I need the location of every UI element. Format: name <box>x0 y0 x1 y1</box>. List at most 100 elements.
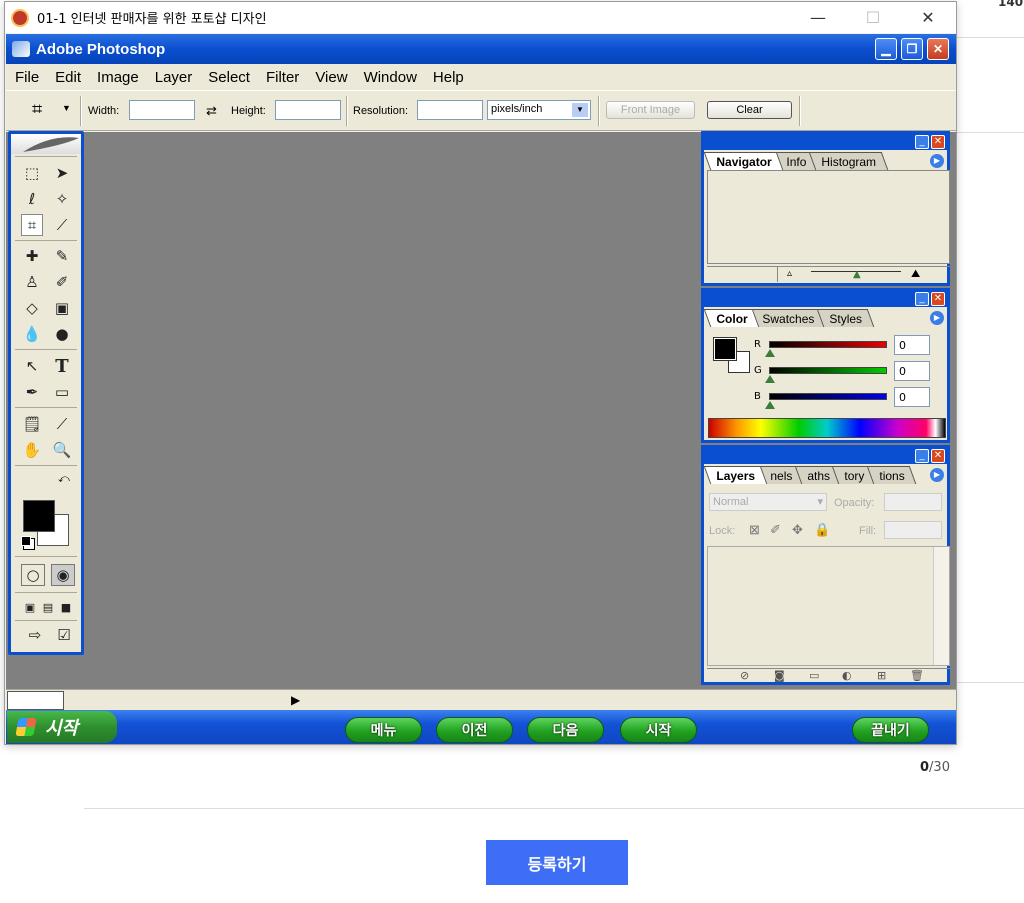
r-slider-thumb[interactable] <box>765 349 775 357</box>
menu-select[interactable]: Select <box>208 69 250 86</box>
b-slider-thumb[interactable] <box>765 401 775 409</box>
next-button[interactable]: 다음 <box>527 717 604 743</box>
lock-all-icon[interactable]: 🔒 <box>814 522 830 538</box>
swap-icon[interactable]: ⇄ <box>206 103 217 119</box>
crop-tool-icon[interactable]: ⌗ <box>21 214 43 236</box>
menu-help[interactable]: Help <box>433 69 464 86</box>
r-value-input[interactable]: 0 <box>894 335 930 355</box>
resolution-input[interactable] <box>417 100 483 120</box>
menu-edit[interactable]: Edit <box>55 69 81 86</box>
palette-minimize-button[interactable]: _ <box>915 449 929 463</box>
ps-minimize-button[interactable]: ▁ <box>875 38 897 60</box>
tab-color[interactable]: Color <box>703 309 760 327</box>
b-slider[interactable] <box>769 393 887 400</box>
width-input[interactable] <box>129 100 195 120</box>
healing-brush-icon[interactable]: ✚ <box>21 245 43 267</box>
blur-tool-icon[interactable]: 💧 <box>21 323 43 345</box>
layer-mask-icon[interactable]: ◙ <box>774 669 785 682</box>
exit-button[interactable]: 끝내기 <box>852 717 929 743</box>
zoom-tool-icon[interactable]: 🔍 <box>51 439 73 461</box>
clone-stamp-icon[interactable]: ♙ <box>21 271 43 293</box>
gradient-tool-icon[interactable]: ▣ <box>51 297 73 319</box>
notes-tool-icon[interactable]: 🗒 <box>21 413 43 435</box>
menu-button[interactable]: 메뉴 <box>345 717 422 743</box>
play-arrow-icon[interactable]: ▶ <box>291 693 300 707</box>
opacity-input[interactable] <box>884 493 942 511</box>
zoom-field[interactable] <box>7 691 64 710</box>
maximize-button[interactable]: ☐ <box>850 2 896 33</box>
adjustment-layer-icon[interactable]: ◐ <box>842 669 852 682</box>
type-tool-icon[interactable]: T <box>51 355 73 377</box>
start-lesson-button[interactable]: 시작 <box>620 717 697 743</box>
minimize-button[interactable]: — <box>795 2 841 33</box>
layer-style-icon[interactable]: ⊘ <box>740 669 749 682</box>
menu-image[interactable]: Image <box>97 69 139 86</box>
palette-close-button[interactable]: ✕ <box>931 449 945 463</box>
pen-tool-icon[interactable]: ✒ <box>21 381 43 403</box>
tab-swatches[interactable]: Swatches <box>750 309 827 327</box>
r-slider[interactable] <box>769 341 887 348</box>
zoom-in-icon[interactable]: ⛰ <box>911 267 920 281</box>
checkbox-edit-icon[interactable]: ☑ <box>53 624 75 646</box>
marquee-tool-icon[interactable]: ⬚ <box>21 162 43 184</box>
screen-mode-full-icon[interactable]: ■ <box>55 596 77 618</box>
color-fg-swatch[interactable] <box>713 337 737 361</box>
new-layer-icon[interactable]: ⊞ <box>877 669 886 682</box>
palette-menu-icon[interactable]: ▶ <box>930 154 944 168</box>
menu-filter[interactable]: Filter <box>266 69 299 86</box>
b-value-input[interactable]: 0 <box>894 387 930 407</box>
dodge-tool-icon[interactable]: ● <box>51 323 73 345</box>
slice-tool-icon[interactable]: ⟋ <box>51 214 73 236</box>
tab-layers[interactable]: Layers <box>703 466 767 484</box>
brush-tool-icon[interactable]: ✎ <box>51 245 73 267</box>
trash-icon[interactable]: 🗑 <box>910 669 924 682</box>
palette-minimize-button[interactable]: _ <box>915 135 929 149</box>
menu-window[interactable]: Window <box>364 69 417 86</box>
magic-wand-tool-icon[interactable]: ✧ <box>51 188 73 210</box>
tab-navigator[interactable]: Navigator <box>703 152 784 170</box>
lock-position-icon[interactable]: ✥ <box>792 522 803 538</box>
g-slider-thumb[interactable] <box>765 375 775 383</box>
jump-to-imageready-icon[interactable]: ⇨ <box>21 624 49 646</box>
path-selection-icon[interactable]: ↖ <box>21 355 43 377</box>
eraser-tool-icon[interactable]: ◇ <box>21 297 43 319</box>
palette-header[interactable]: _ ✕ <box>704 291 947 307</box>
zoom-out-icon[interactable]: ▵ <box>787 268 792 279</box>
tool-preset-arrow-icon[interactable]: ▼ <box>62 103 71 113</box>
eyedropper-tool-icon[interactable]: ⟋ <box>51 413 73 435</box>
blend-mode-select[interactable]: Normal ▾ <box>709 493 827 511</box>
quick-mask-icon[interactable]: ◉ <box>51 564 75 586</box>
close-button[interactable]: ✕ <box>905 2 951 33</box>
palette-close-button[interactable]: ✕ <box>931 292 945 306</box>
palette-header[interactable]: _ ✕ <box>704 448 947 464</box>
g-slider[interactable] <box>769 367 887 374</box>
menu-view[interactable]: View <box>315 69 347 86</box>
clear-button[interactable]: Clear <box>707 101 792 119</box>
ps-close-button[interactable]: ✕ <box>927 38 949 60</box>
menu-file[interactable]: File <box>15 69 39 86</box>
history-brush-icon[interactable]: ✐ <box>51 271 73 293</box>
standard-mode-icon[interactable]: ○ <box>21 564 45 586</box>
color-spectrum-bar[interactable] <box>708 418 946 438</box>
units-select[interactable]: pixels/inch ▼ <box>487 100 591 120</box>
palette-minimize-button[interactable]: _ <box>915 292 929 306</box>
start-button[interactable]: 시작 <box>7 711 117 743</box>
g-value-input[interactable]: 0 <box>894 361 930 381</box>
lock-transparent-icon[interactable]: ⊠ <box>749 522 760 538</box>
ps-restore-button[interactable]: ❐ <box>901 38 923 60</box>
lasso-tool-icon[interactable]: ℓ <box>21 188 43 210</box>
palette-close-button[interactable]: ✕ <box>931 135 945 149</box>
menu-layer[interactable]: Layer <box>155 69 193 86</box>
previous-button[interactable]: 이전 <box>436 717 513 743</box>
layers-list[interactable] <box>707 546 950 666</box>
tab-actions[interactable]: tions <box>867 466 918 484</box>
swap-colors-icon[interactable]: ⤺ <box>58 472 70 486</box>
tab-styles[interactable]: Styles <box>817 309 875 327</box>
foreground-color-swatch[interactable] <box>23 500 55 532</box>
shape-tool-icon[interactable]: ▭ <box>51 381 73 403</box>
hand-tool-icon[interactable]: ✋ <box>21 439 43 461</box>
height-input[interactable] <box>275 100 341 120</box>
palette-menu-icon[interactable]: ▶ <box>930 311 944 325</box>
move-tool-icon[interactable]: ➤ <box>51 162 73 184</box>
palette-header[interactable]: _ ✕ <box>704 134 947 150</box>
